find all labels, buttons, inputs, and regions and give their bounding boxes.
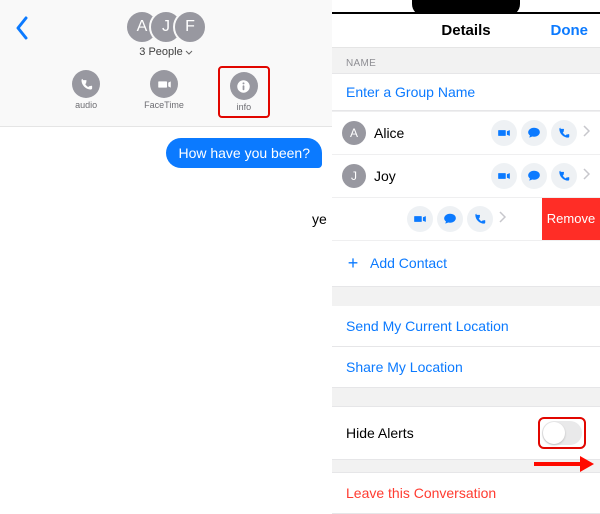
hide-alerts-row: Hide Alerts (332, 406, 600, 460)
annotation-highlight (538, 417, 586, 449)
chevron-down-icon (185, 50, 193, 55)
chat-icon (527, 169, 541, 183)
audio-button[interactable]: audio (62, 66, 110, 118)
audio-label: audio (75, 100, 97, 110)
avatar: A (342, 121, 366, 145)
info-icon (230, 72, 258, 100)
audio-call-button[interactable] (551, 120, 577, 146)
swiped-contact-content: ye (302, 198, 512, 240)
video-call-button[interactable] (491, 120, 517, 146)
group-avatars: A J F (0, 10, 332, 44)
contact-row[interactable]: A Alice (332, 111, 600, 155)
phone-icon (473, 212, 487, 226)
sent-message-bubble: How have you been? (166, 138, 322, 168)
people-count[interactable]: 3 People (0, 46, 332, 58)
group-name-row[interactable]: Enter a Group Name (332, 73, 600, 111)
chat-icon (443, 212, 457, 226)
phone-icon (557, 126, 571, 140)
people-count-label: 3 People (139, 46, 182, 58)
leave-conversation-button[interactable]: Leave this Conversation (332, 472, 600, 514)
hide-alerts-toggle[interactable] (542, 421, 582, 445)
hide-alerts-label: Hide Alerts (346, 425, 414, 441)
messages-conversation-screen: A J F 3 People audio FaceTime (0, 0, 332, 514)
conversation-header: A J F 3 People audio FaceTime (0, 0, 332, 126)
audio-call-button[interactable] (551, 163, 577, 189)
info-label: info (237, 102, 252, 112)
audio-call-button[interactable] (467, 206, 493, 232)
video-icon (497, 126, 511, 140)
remove-button[interactable]: Remove (542, 198, 600, 240)
info-button[interactable]: info (218, 66, 270, 118)
contact-actions (407, 206, 506, 232)
facetime-label: FaceTime (144, 100, 184, 110)
contact-name: ye (312, 211, 399, 227)
plus-icon: + (346, 253, 360, 274)
device-notch (332, 0, 600, 14)
details-header: Details Done (332, 14, 600, 48)
details-title: Details (441, 22, 490, 39)
back-button[interactable] (14, 16, 28, 45)
swiped-contact-row[interactable]: ye Remove (332, 198, 600, 241)
chat-icon (527, 126, 541, 140)
header-actions: audio FaceTime info (0, 66, 332, 126)
avatar: J (342, 164, 366, 188)
message-button[interactable] (521, 120, 547, 146)
phone-icon (557, 169, 571, 183)
add-contact-button[interactable]: + Add Contact (332, 241, 600, 287)
send-location-button[interactable]: Send My Current Location (332, 306, 600, 347)
video-icon (497, 169, 511, 183)
chevron-right-icon (499, 210, 506, 228)
phone-icon (72, 70, 100, 98)
message-button[interactable] (521, 163, 547, 189)
contacts-list: A Alice J Joy ye (332, 111, 600, 287)
share-location-button[interactable]: Share My Location (332, 347, 600, 388)
contact-name: Alice (374, 125, 483, 141)
name-section-label: NAME (332, 48, 600, 73)
group-name-field[interactable]: Enter a Group Name (332, 74, 600, 110)
avatar: F (173, 10, 207, 44)
details-screen: Details Done NAME Enter a Group Name A A… (332, 0, 600, 514)
video-icon (413, 212, 427, 226)
video-call-button[interactable] (491, 163, 517, 189)
video-icon (150, 70, 178, 98)
add-contact-label: Add Contact (370, 255, 447, 271)
spacer (332, 287, 600, 306)
contact-row[interactable]: J Joy (332, 155, 600, 198)
contact-actions (491, 120, 590, 146)
chevron-right-icon (583, 124, 590, 142)
done-button[interactable]: Done (551, 22, 589, 39)
message-area: How have you been? (0, 126, 332, 168)
toggle-knob (543, 422, 565, 444)
facetime-button[interactable]: FaceTime (134, 66, 194, 118)
video-call-button[interactable] (407, 206, 433, 232)
annotation-arrow-icon (534, 455, 594, 478)
message-button[interactable] (437, 206, 463, 232)
chevron-right-icon (583, 167, 590, 185)
spacer (332, 388, 600, 407)
contact-name: Joy (374, 168, 483, 184)
contact-actions (491, 163, 590, 189)
